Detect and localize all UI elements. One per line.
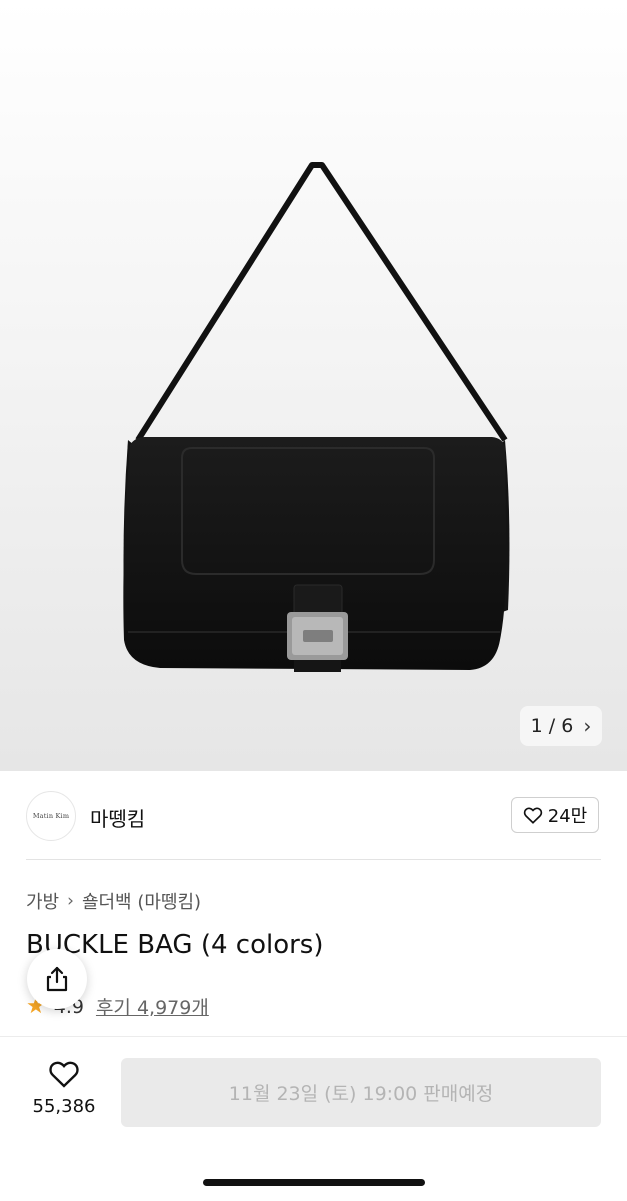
breadcrumb-item-subcategory[interactable]: 숄더백 (마뗑킴) <box>82 888 201 914</box>
brand-logo[interactable]: Matin Kim <box>26 791 76 841</box>
brand-name[interactable]: 마뗑킴 <box>90 803 145 832</box>
heart-icon <box>49 1061 79 1088</box>
share-icon <box>46 966 68 992</box>
brand-row: Matin Kim 마뗑킴 24만 <box>0 771 627 859</box>
heart-icon <box>523 807 542 824</box>
bag-photo <box>123 162 510 672</box>
product-image-carousel[interactable]: 1 / 6 › <box>0 0 627 771</box>
brand-like-button[interactable]: 24만 <box>511 797 599 833</box>
breadcrumb-item-category[interactable]: 가방 <box>26 888 59 914</box>
sale-scheduled-label: 11월 23일 (토) 19:00 판매예정 <box>228 1083 494 1105</box>
divider <box>26 859 601 860</box>
home-indicator <box>203 1179 425 1186</box>
wish-count: 55,386 <box>32 1096 96 1117</box>
breadcrumb: 가방 › 숄더백 (마뗑킴) <box>26 888 201 914</box>
reviews-link[interactable]: 후기 4,979개 <box>96 993 209 1020</box>
wish-button[interactable]: 55,386 <box>26 1059 102 1117</box>
share-button[interactable] <box>27 949 87 1009</box>
bottom-action-bar: 55,386 11월 23일 (토) 19:00 판매예정 <box>0 1036 627 1201</box>
image-counter-text: 1 / 6 <box>530 715 574 737</box>
chevron-right-icon: › <box>67 891 74 911</box>
chevron-right-icon: › <box>583 714 592 738</box>
brand-like-count: 24만 <box>547 806 588 827</box>
brand-logo-text: Matin Kim <box>32 812 70 820</box>
sale-scheduled-button[interactable]: 11월 23일 (토) 19:00 판매예정 <box>121 1058 601 1127</box>
image-counter[interactable]: 1 / 6 › <box>520 706 602 746</box>
